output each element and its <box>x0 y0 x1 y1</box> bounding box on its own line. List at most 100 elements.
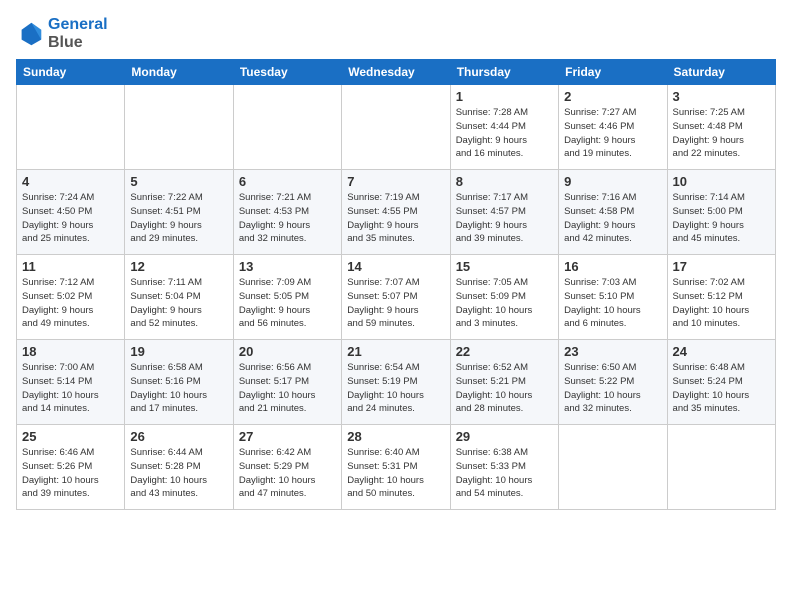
calendar-table: SundayMondayTuesdayWednesdayThursdayFrid… <box>16 59 776 510</box>
calendar-cell: 7 Sunrise: 7:19 AM Sunset: 4:55 PM Daylig… <box>342 170 450 255</box>
weekday-header: Thursday <box>450 60 558 85</box>
calendar-cell: 3 Sunrise: 7:25 AM Sunset: 4:48 PM Daylig… <box>667 85 775 170</box>
day-info: Sunrise: 7:16 AM Sunset: 4:58 PM Dayligh… <box>564 191 661 246</box>
day-number: 24 <box>673 344 770 359</box>
day-info: Sunrise: 7:09 AM Sunset: 5:05 PM Dayligh… <box>239 276 336 331</box>
day-number: 1 <box>456 89 553 104</box>
calendar-week-row: 18 Sunrise: 7:00 AM Sunset: 5:14 PM Dayli… <box>17 340 776 425</box>
day-info: Sunrise: 7:02 AM Sunset: 5:12 PM Dayligh… <box>673 276 770 331</box>
day-info: Sunrise: 6:42 AM Sunset: 5:29 PM Dayligh… <box>239 446 336 501</box>
day-number: 8 <box>456 174 553 189</box>
calendar-cell <box>17 85 125 170</box>
weekday-header: Wednesday <box>342 60 450 85</box>
page-header: General Blue <box>16 16 776 51</box>
day-number: 6 <box>239 174 336 189</box>
day-info: Sunrise: 7:21 AM Sunset: 4:53 PM Dayligh… <box>239 191 336 246</box>
day-info: Sunrise: 7:17 AM Sunset: 4:57 PM Dayligh… <box>456 191 553 246</box>
logo: General Blue <box>16 16 108 51</box>
day-info: Sunrise: 7:28 AM Sunset: 4:44 PM Dayligh… <box>456 106 553 161</box>
day-info: Sunrise: 7:03 AM Sunset: 5:10 PM Dayligh… <box>564 276 661 331</box>
day-number: 18 <box>22 344 119 359</box>
day-number: 22 <box>456 344 553 359</box>
calendar-week-row: 1 Sunrise: 7:28 AM Sunset: 4:44 PM Daylig… <box>17 85 776 170</box>
calendar-cell: 6 Sunrise: 7:21 AM Sunset: 4:53 PM Daylig… <box>233 170 341 255</box>
calendar-cell: 1 Sunrise: 7:28 AM Sunset: 4:44 PM Daylig… <box>450 85 558 170</box>
weekday-header: Monday <box>125 60 233 85</box>
day-number: 11 <box>22 259 119 274</box>
day-info: Sunrise: 7:24 AM Sunset: 4:50 PM Dayligh… <box>22 191 119 246</box>
calendar-cell: 13 Sunrise: 7:09 AM Sunset: 5:05 PM Dayli… <box>233 255 341 340</box>
day-number: 15 <box>456 259 553 274</box>
calendar-cell: 26 Sunrise: 6:44 AM Sunset: 5:28 PM Dayli… <box>125 425 233 510</box>
day-number: 13 <box>239 259 336 274</box>
day-number: 20 <box>239 344 336 359</box>
calendar-cell <box>559 425 667 510</box>
day-info: Sunrise: 7:27 AM Sunset: 4:46 PM Dayligh… <box>564 106 661 161</box>
day-number: 17 <box>673 259 770 274</box>
calendar-cell: 19Sunrise: 6:58 AM Sunset: 5:16 PM Dayli… <box>125 340 233 425</box>
calendar-cell: 9 Sunrise: 7:16 AM Sunset: 4:58 PM Daylig… <box>559 170 667 255</box>
calendar-cell <box>233 85 341 170</box>
day-number: 23 <box>564 344 661 359</box>
day-info: Sunrise: 6:52 AM Sunset: 5:21 PM Dayligh… <box>456 361 553 416</box>
day-info: Sunrise: 6:38 AM Sunset: 5:33 PM Dayligh… <box>456 446 553 501</box>
weekday-row: SundayMondayTuesdayWednesdayThursdayFrid… <box>17 60 776 85</box>
calendar-cell <box>342 85 450 170</box>
day-number: 5 <box>130 174 227 189</box>
calendar-cell: 17 Sunrise: 7:02 AM Sunset: 5:12 PM Dayli… <box>667 255 775 340</box>
calendar-cell: 23 Sunrise: 6:50 AM Sunset: 5:22 PM Dayli… <box>559 340 667 425</box>
day-info: Sunrise: 6:40 AM Sunset: 5:31 PM Dayligh… <box>347 446 444 501</box>
calendar-cell: 24 Sunrise: 6:48 AM Sunset: 5:24 PM Dayli… <box>667 340 775 425</box>
day-info: Sunrise: 7:19 AM Sunset: 4:55 PM Dayligh… <box>347 191 444 246</box>
calendar-week-row: 11Sunrise: 7:12 AM Sunset: 5:02 PM Dayli… <box>17 255 776 340</box>
calendar-cell: 11Sunrise: 7:12 AM Sunset: 5:02 PM Dayli… <box>17 255 125 340</box>
day-number: 14 <box>347 259 444 274</box>
day-number: 7 <box>347 174 444 189</box>
day-info: Sunrise: 7:05 AM Sunset: 5:09 PM Dayligh… <box>456 276 553 331</box>
calendar-cell: 22 Sunrise: 6:52 AM Sunset: 5:21 PM Dayli… <box>450 340 558 425</box>
calendar-week-row: 4Sunrise: 7:24 AM Sunset: 4:50 PM Daylig… <box>17 170 776 255</box>
day-number: 27 <box>239 429 336 444</box>
day-number: 3 <box>673 89 770 104</box>
day-info: Sunrise: 6:54 AM Sunset: 5:19 PM Dayligh… <box>347 361 444 416</box>
day-info: Sunrise: 7:07 AM Sunset: 5:07 PM Dayligh… <box>347 276 444 331</box>
weekday-header: Tuesday <box>233 60 341 85</box>
day-info: Sunrise: 7:11 AM Sunset: 5:04 PM Dayligh… <box>130 276 227 331</box>
logo-icon <box>16 20 44 48</box>
calendar-cell: 21 Sunrise: 6:54 AM Sunset: 5:19 PM Dayli… <box>342 340 450 425</box>
calendar-cell: 14 Sunrise: 7:07 AM Sunset: 5:07 PM Dayli… <box>342 255 450 340</box>
calendar-cell: 29 Sunrise: 6:38 AM Sunset: 5:33 PM Dayli… <box>450 425 558 510</box>
day-info: Sunrise: 6:48 AM Sunset: 5:24 PM Dayligh… <box>673 361 770 416</box>
calendar-cell: 16Sunrise: 7:03 AM Sunset: 5:10 PM Dayli… <box>559 255 667 340</box>
logo-text: General Blue <box>48 16 108 51</box>
day-info: Sunrise: 6:58 AM Sunset: 5:16 PM Dayligh… <box>130 361 227 416</box>
calendar-cell: 27 Sunrise: 6:42 AM Sunset: 5:29 PM Dayli… <box>233 425 341 510</box>
calendar-cell: 20 Sunrise: 6:56 AM Sunset: 5:17 PM Dayli… <box>233 340 341 425</box>
day-info: Sunrise: 6:56 AM Sunset: 5:17 PM Dayligh… <box>239 361 336 416</box>
day-info: Sunrise: 6:50 AM Sunset: 5:22 PM Dayligh… <box>564 361 661 416</box>
day-number: 12 <box>130 259 227 274</box>
calendar-cell: 10Sunrise: 7:14 AM Sunset: 5:00 PM Dayli… <box>667 170 775 255</box>
day-info: Sunrise: 7:25 AM Sunset: 4:48 PM Dayligh… <box>673 106 770 161</box>
day-info: Sunrise: 7:00 AM Sunset: 5:14 PM Dayligh… <box>22 361 119 416</box>
calendar-cell: 15 Sunrise: 7:05 AM Sunset: 5:09 PM Dayli… <box>450 255 558 340</box>
day-number: 10 <box>673 174 770 189</box>
weekday-header: Sunday <box>17 60 125 85</box>
day-number: 2 <box>564 89 661 104</box>
calendar-header: SundayMondayTuesdayWednesdayThursdayFrid… <box>17 60 776 85</box>
day-info: Sunrise: 6:44 AM Sunset: 5:28 PM Dayligh… <box>130 446 227 501</box>
calendar-cell: 2 Sunrise: 7:27 AM Sunset: 4:46 PM Daylig… <box>559 85 667 170</box>
calendar-cell: 8 Sunrise: 7:17 AM Sunset: 4:57 PM Daylig… <box>450 170 558 255</box>
day-number: 28 <box>347 429 444 444</box>
day-number: 21 <box>347 344 444 359</box>
day-number: 26 <box>130 429 227 444</box>
calendar-cell <box>667 425 775 510</box>
calendar-body: 1 Sunrise: 7:28 AM Sunset: 4:44 PM Daylig… <box>17 85 776 510</box>
day-number: 9 <box>564 174 661 189</box>
calendar-cell: 5Sunrise: 7:22 AM Sunset: 4:51 PM Daylig… <box>125 170 233 255</box>
day-number: 29 <box>456 429 553 444</box>
calendar-cell: 4Sunrise: 7:24 AM Sunset: 4:50 PM Daylig… <box>17 170 125 255</box>
day-info: Sunrise: 6:46 AM Sunset: 5:26 PM Dayligh… <box>22 446 119 501</box>
calendar-cell: 25 Sunrise: 6:46 AM Sunset: 5:26 PM Dayli… <box>17 425 125 510</box>
day-number: 25 <box>22 429 119 444</box>
